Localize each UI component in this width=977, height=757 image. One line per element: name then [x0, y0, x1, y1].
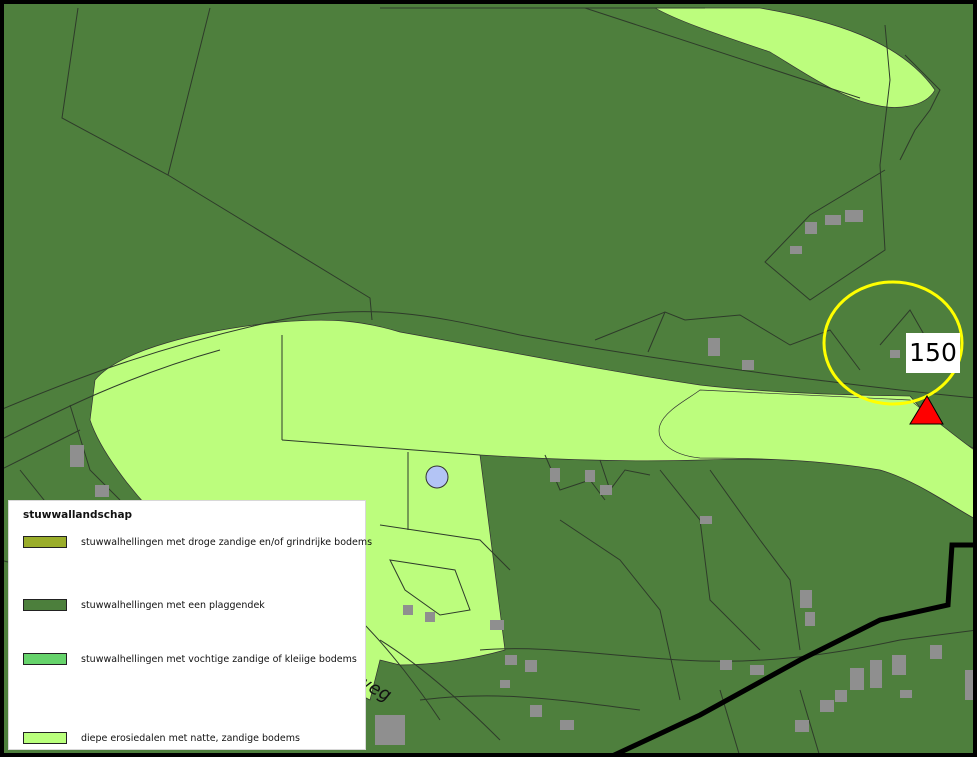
marker-label: 150 — [906, 333, 960, 373]
legend-item: stuwwalhellingen met vochtige zandige of… — [23, 652, 357, 666]
legend-title: stuwwallandschap — [23, 509, 133, 521]
legend: stuwwallandschap stuwwalhellingen met dr… — [8, 500, 372, 750]
legend-item-label: stuwwalhellingen met droge zandige en/of… — [81, 536, 373, 548]
legend-swatch — [23, 599, 67, 611]
legend-swatch — [23, 653, 67, 665]
pond — [425, 465, 449, 489]
legend-item: diepe erosiedalen met natte, zandige bod… — [23, 731, 300, 745]
legend-item-label: stuwwalhellingen met vochtige zandige of… — [81, 653, 357, 665]
legend-item: stuwwalhellingen met droge zandige en/of… — [23, 535, 372, 549]
legend-swatch — [23, 732, 67, 744]
legend-item-label: diepe erosiedalen met natte, zandige bod… — [81, 732, 300, 744]
legend-item-label: stuwwalhellingen met een plaggendek — [81, 599, 265, 611]
legend-swatch — [23, 536, 67, 548]
legend-item: stuwwalhellingen met een plaggendek — [23, 598, 265, 612]
